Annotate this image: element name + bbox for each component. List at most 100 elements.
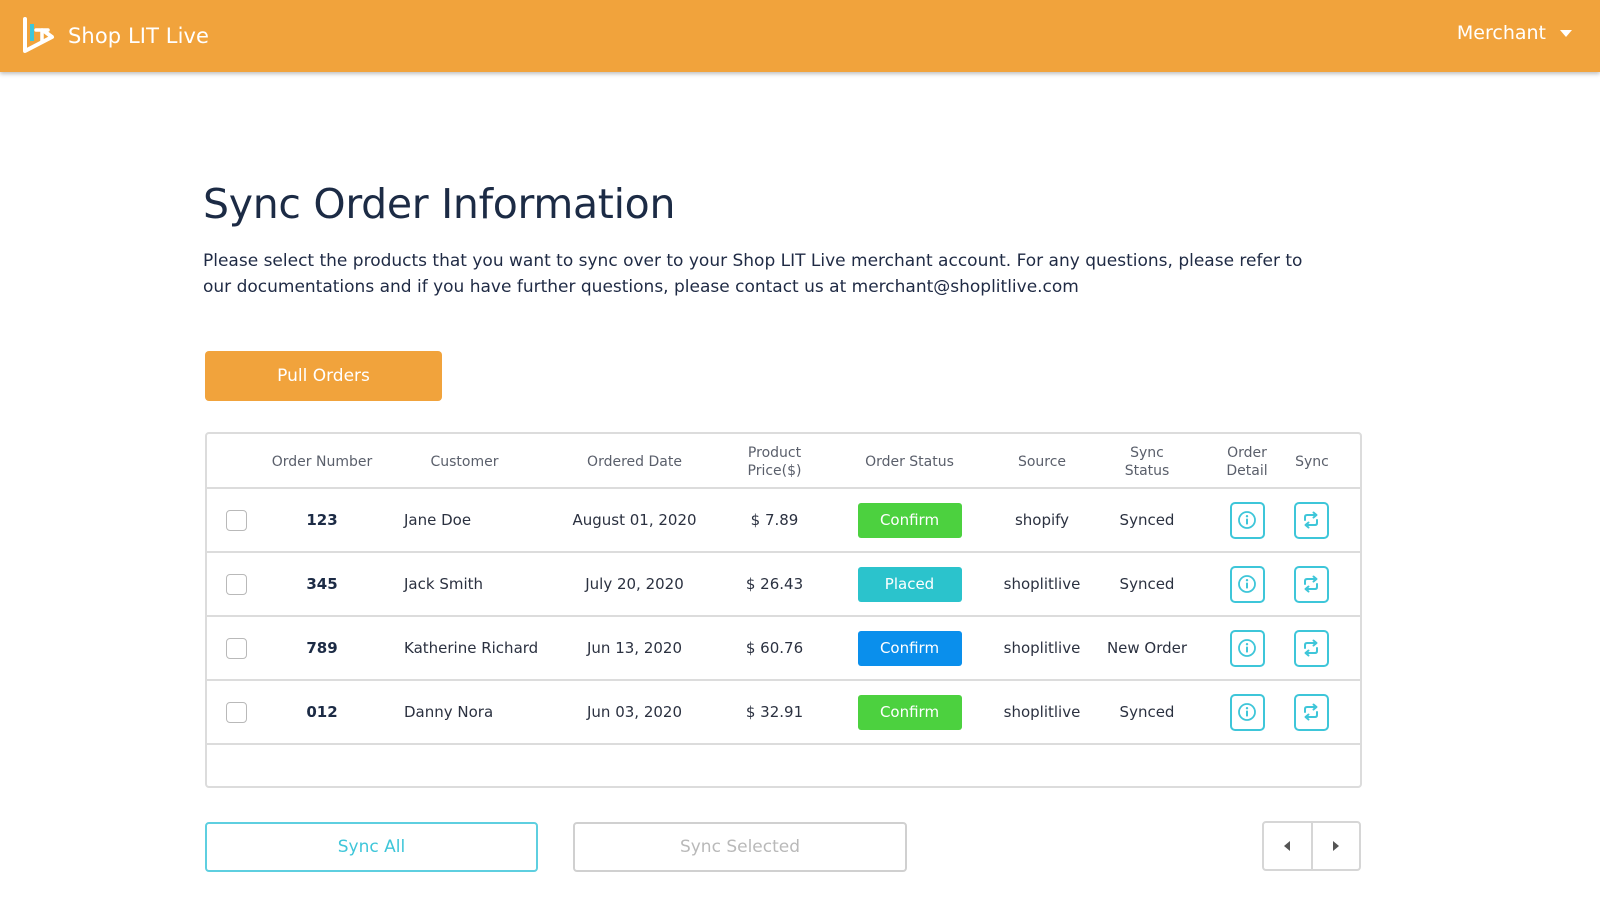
- column-header-customer: Customer: [430, 453, 499, 470]
- caret-left-icon: [1284, 841, 1291, 851]
- column-header-order-detail-line-1: Order: [1227, 444, 1267, 461]
- product-price: $ 32.91: [745, 703, 804, 721]
- sync-cell: [1286, 553, 1336, 615]
- column-header-sync-status-line-2: Status: [1124, 462, 1170, 479]
- source: shoplitlive: [1003, 575, 1081, 593]
- row-checkbox[interactable]: [225, 701, 247, 723]
- column-header-sync-status: Sync Status: [1102, 434, 1192, 489]
- order-detail-cell: [1222, 553, 1272, 615]
- order-status-button[interactable]: Confirm: [857, 630, 962, 666]
- order-status-cell: Placed: [847, 553, 972, 615]
- sync-row-button[interactable]: [1293, 565, 1329, 603]
- source: shoplitlive: [1003, 703, 1081, 721]
- order-detail-cell: [1222, 489, 1272, 551]
- shop-lit-live-logo-icon: [23, 17, 54, 53]
- pull-orders-button[interactable]: Pull Orders: [205, 351, 442, 401]
- page-title: Sync Order Information: [203, 180, 676, 228]
- row-checkbox[interactable]: [225, 509, 247, 531]
- info-icon: [1238, 511, 1256, 529]
- sync-status: Synced: [1119, 703, 1175, 721]
- order-status-button[interactable]: Confirm: [857, 502, 962, 538]
- row-select-cell: [221, 553, 251, 615]
- product-price: $ 60.76: [745, 639, 804, 657]
- column-header-sync-status-line-1: Sync: [1130, 444, 1164, 461]
- table-row: 789 Katherine Richard Jun 13, 2020 $ 60.…: [207, 617, 1360, 681]
- order-status-cell: Confirm: [847, 489, 972, 551]
- table-header: Order Number Customer Ordered Date Produ…: [207, 434, 1360, 489]
- order-number: 012: [306, 703, 338, 721]
- sync-status: New Order: [1106, 639, 1188, 657]
- customer-name: Jane Doe: [404, 511, 472, 529]
- ordered-date: Jun 13, 2020: [586, 639, 682, 657]
- merchant-menu[interactable]: Merchant: [1457, 22, 1572, 44]
- merchant-menu-label: Merchant: [1456, 22, 1546, 44]
- customer-name: Danny Nora: [404, 703, 494, 721]
- order-number: 123: [306, 511, 338, 529]
- table-row: 012 Danny Nora Jun 03, 2020 $ 32.91 Conf…: [207, 681, 1360, 745]
- sync-row-button[interactable]: [1293, 501, 1329, 539]
- order-detail-button[interactable]: [1229, 629, 1265, 667]
- column-header-ordered-date: Ordered Date: [587, 453, 682, 470]
- column-header-product-price-line-1: Product: [747, 444, 802, 461]
- brand[interactable]: Shop LIT Live: [22, 17, 209, 55]
- row-select-cell: [221, 617, 251, 679]
- app-name: Shop LIT Live: [68, 24, 210, 48]
- order-detail-cell: [1222, 617, 1272, 679]
- sync-all-button[interactable]: Sync All: [205, 822, 538, 872]
- sync-row-button[interactable]: [1293, 693, 1329, 731]
- next-page-button[interactable]: [1310, 823, 1360, 869]
- column-header-source: Source: [1017, 453, 1067, 470]
- column-header-product-price: Product Price($): [722, 434, 827, 489]
- order-status-cell: Confirm: [847, 681, 972, 743]
- sync-cell: [1286, 489, 1336, 551]
- sync-icon: [1304, 639, 1318, 657]
- sync-icon: [1304, 703, 1318, 721]
- table-row: 123 Jane Doe August 01, 2020 $ 7.89 Conf…: [207, 489, 1360, 553]
- order-detail-cell: [1222, 681, 1272, 743]
- row-select-cell: [221, 681, 251, 743]
- customer-name: Jack Smith: [404, 575, 484, 593]
- ordered-date: August 01, 2020: [572, 511, 697, 529]
- column-header-order-number: Order Number: [271, 453, 373, 470]
- product-price: $ 26.43: [745, 575, 804, 593]
- info-icon: [1238, 575, 1256, 593]
- order-detail-button[interactable]: [1229, 565, 1265, 603]
- row-select-cell: [221, 489, 251, 551]
- row-checkbox[interactable]: [225, 573, 247, 595]
- caret-right-icon: [1332, 841, 1339, 851]
- column-header-product-price-line-2: Price($): [747, 462, 802, 479]
- sync-selected-button[interactable]: Sync Selected: [573, 822, 907, 872]
- order-status-cell: Confirm: [847, 617, 972, 679]
- caret-down-icon: [1560, 29, 1572, 37]
- order-status-button[interactable]: Placed: [857, 566, 962, 602]
- column-header-order-status: Order Status: [865, 453, 954, 470]
- sync-icon: [1304, 511, 1318, 529]
- page-description: Please select the products that you want…: [203, 251, 1303, 297]
- row-checkbox[interactable]: [225, 637, 247, 659]
- sync-status: Synced: [1119, 575, 1175, 593]
- order-number: 789: [306, 639, 338, 657]
- order-detail-button[interactable]: [1229, 693, 1265, 731]
- source: shoplitlive: [1003, 639, 1081, 657]
- column-header-sync: Sync: [1295, 453, 1329, 470]
- order-detail-button[interactable]: [1229, 501, 1265, 539]
- column-header-order-detail: Order Detail: [1207, 434, 1287, 489]
- source: shopify: [1014, 511, 1070, 529]
- previous-page-button[interactable]: [1264, 823, 1311, 869]
- top-navbar: Shop LIT Live Merchant: [0, 0, 1600, 72]
- column-header-order-detail-line-2: Detail: [1226, 462, 1268, 479]
- order-status-button[interactable]: Confirm: [857, 694, 962, 730]
- sync-row-button[interactable]: [1293, 629, 1329, 667]
- sync-status: Synced: [1119, 511, 1175, 529]
- table-row: 345 Jack Smith July 20, 2020 $ 26.43 Pla…: [207, 553, 1360, 617]
- info-icon: [1238, 703, 1256, 721]
- info-icon: [1238, 639, 1256, 657]
- sync-icon: [1304, 575, 1318, 593]
- pagination: [1262, 821, 1361, 871]
- ordered-date: Jun 03, 2020: [586, 703, 682, 721]
- order-number: 345: [306, 575, 338, 593]
- sync-cell: [1286, 617, 1336, 679]
- ordered-date: July 20, 2020: [585, 575, 684, 593]
- sync-cell: [1286, 681, 1336, 743]
- product-price: $ 7.89: [750, 511, 799, 529]
